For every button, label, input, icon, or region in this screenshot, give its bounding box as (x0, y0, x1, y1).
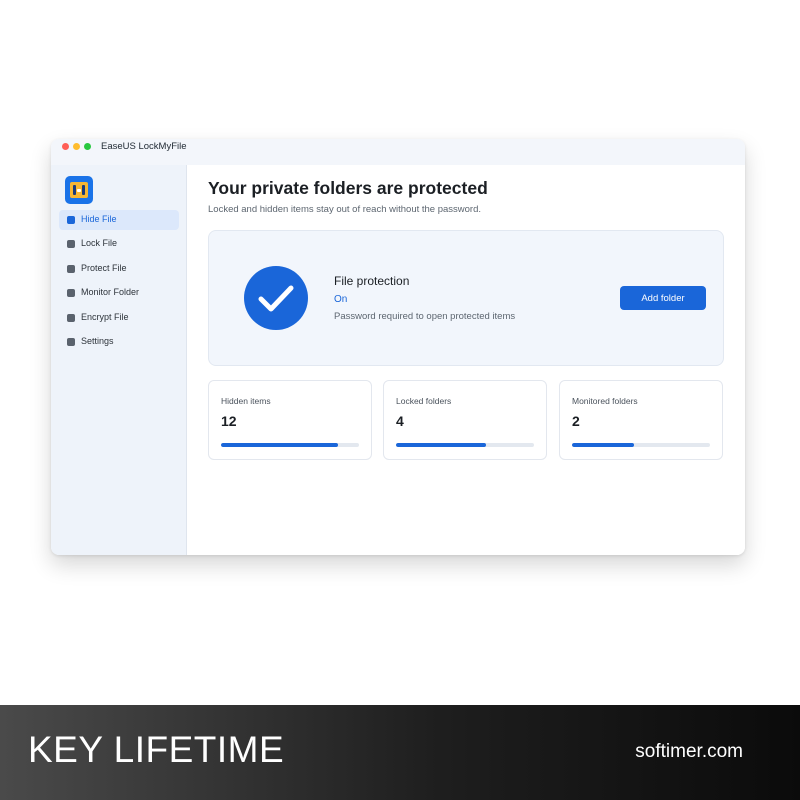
stat-label: Locked folders (396, 396, 452, 406)
stat-label: Hidden items (221, 396, 271, 406)
sidebar-item-settings[interactable]: Settings (59, 332, 179, 352)
minimize-window-button[interactable] (73, 143, 80, 150)
stat-value: 2 (572, 413, 580, 429)
add-folder-button[interactable]: Add folder (620, 286, 706, 310)
sidebar-nav: Hide File Lock File Protect File Monitor… (59, 210, 179, 356)
stat-progress-track (396, 443, 534, 447)
stat-card-locked-folders: Locked folders 4 (383, 380, 547, 460)
protection-title: File protection (334, 274, 410, 288)
stat-progress-fill (221, 443, 339, 447)
file-protection-card: File protection On Password required to … (208, 230, 724, 366)
title-bar: EaseUS LockMyFile (51, 139, 745, 166)
app-title: EaseUS LockMyFile (101, 141, 187, 152)
stat-card-hidden-items: Hidden items 12 (208, 380, 372, 460)
sidebar: Hide File Lock File Protect File Monitor… (51, 165, 187, 555)
sidebar-item-monitor-folder[interactable]: Monitor Folder (59, 283, 179, 303)
stat-progress-track (572, 443, 710, 447)
stat-card-monitored-folders: Monitored folders 2 (559, 380, 723, 460)
settings-icon (67, 337, 75, 346)
close-window-button[interactable] (62, 143, 69, 150)
zoom-window-button[interactable] (84, 143, 91, 150)
hide-file-icon (67, 216, 75, 224)
promo-banner: KEY LIFETIME softimer.com (0, 705, 800, 800)
stats-row: Hidden items 12 Locked folders 4 Monitor… (208, 380, 724, 460)
sidebar-item-label: Monitor Folder (81, 287, 140, 298)
main-content: Your private folders are protected Locke… (187, 165, 745, 555)
protection-description: Password required to open protected item… (334, 311, 516, 322)
sidebar-item-hide-file[interactable]: Hide File (59, 210, 179, 230)
sidebar-item-label: Protect File (81, 262, 127, 273)
page-title: Your private folders are protected (208, 178, 488, 198)
stat-progress-track (221, 443, 359, 447)
sidebar-item-encrypt-file[interactable]: Encrypt File (59, 308, 179, 328)
encrypt-file-icon (67, 313, 75, 322)
stat-value: 12 (221, 413, 237, 429)
sidebar-item-lock-file[interactable]: Lock File (59, 234, 179, 254)
stat-progress-fill (572, 443, 635, 447)
page: EaseUS LockMyFile Hide File Lock File Pr… (0, 0, 800, 800)
check-circle-icon (244, 266, 308, 330)
banner-headline: KEY LIFETIME (28, 729, 285, 770)
app-logo-icon (65, 176, 93, 204)
stat-label: Monitored folders (572, 396, 638, 406)
sidebar-item-label: Hide File (81, 214, 117, 224)
stat-value: 4 (396, 413, 404, 429)
protect-file-icon (67, 264, 75, 273)
stat-progress-fill (396, 443, 486, 447)
sidebar-item-label: Settings (81, 335, 114, 346)
sidebar-item-protect-file[interactable]: Protect File (59, 259, 179, 279)
app-window: EaseUS LockMyFile Hide File Lock File Pr… (51, 139, 745, 555)
protection-status: On (334, 294, 348, 305)
monitor-folder-icon (67, 289, 75, 298)
page-subtitle: Locked and hidden items stay out of reac… (208, 204, 482, 215)
lock-file-icon (67, 240, 75, 249)
banner-site: softimer.com (635, 741, 743, 762)
sidebar-item-label: Encrypt File (81, 311, 129, 322)
sidebar-item-label: Lock File (81, 238, 118, 249)
